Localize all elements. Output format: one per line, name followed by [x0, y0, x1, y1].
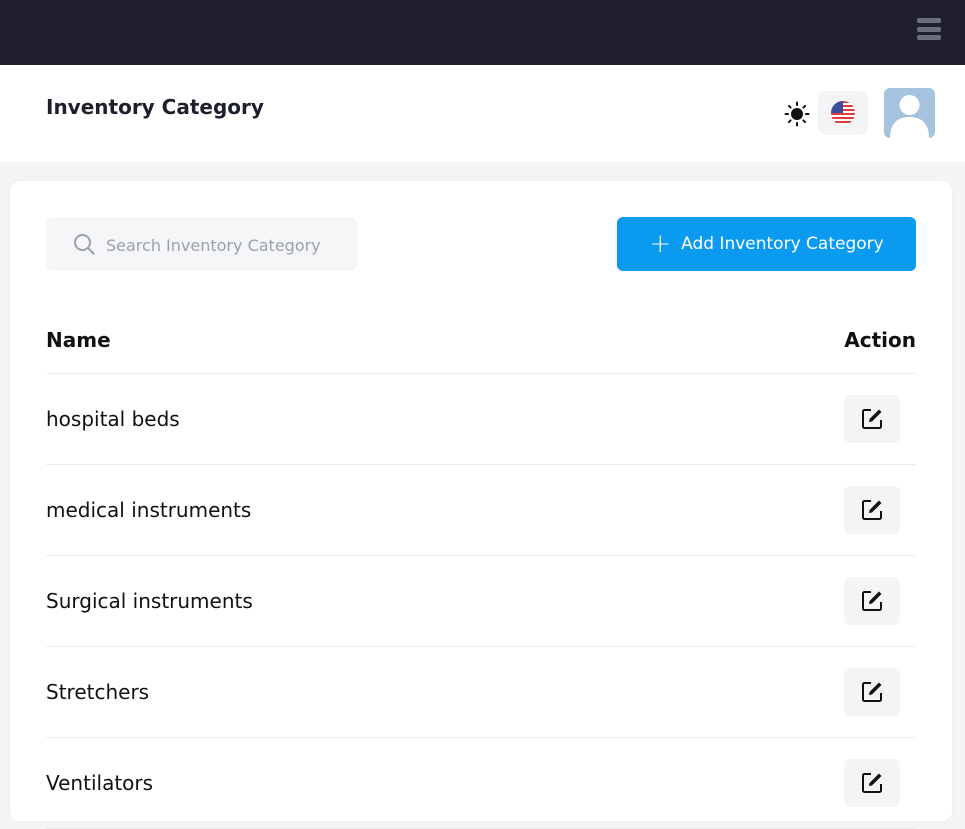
top-navbar	[0, 0, 965, 65]
table-header: Name Action	[46, 307, 916, 374]
edit-button[interactable]	[844, 577, 900, 625]
add-category-button[interactable]: + Add Inventory Category	[617, 217, 916, 271]
category-name: hospital beds	[46, 407, 180, 431]
hamburger-menu-icon[interactable]	[917, 18, 941, 40]
category-table: Name Action hospital beds medical instru…	[46, 307, 916, 829]
table-row: Stretchers	[46, 647, 916, 738]
page-title: Inventory Category	[46, 95, 264, 119]
add-category-label: Add Inventory Category	[681, 234, 884, 254]
edit-icon	[862, 682, 882, 702]
page-header: Inventory Category	[0, 65, 965, 162]
edit-icon	[862, 591, 882, 611]
user-avatar-icon[interactable]	[884, 88, 935, 138]
edit-button[interactable]	[844, 395, 900, 443]
category-name: Ventilators	[46, 771, 154, 795]
table-row: Ventilators	[46, 738, 916, 829]
table-row: hospital beds	[46, 374, 916, 465]
category-name: Surgical instruments	[46, 589, 253, 613]
column-header-action: Action	[844, 328, 916, 352]
search-box	[46, 217, 358, 273]
edit-icon	[862, 773, 882, 793]
table-row: medical instruments	[46, 465, 916, 556]
us-flag-icon	[831, 101, 855, 125]
category-name: medical instruments	[46, 498, 252, 522]
table-row: Surgical instruments	[46, 556, 916, 647]
column-header-name: Name	[46, 328, 111, 352]
search-icon	[74, 234, 95, 255]
edit-button[interactable]	[844, 668, 900, 716]
category-card: + Add Inventory Category Name Action hos…	[10, 181, 952, 829]
search-input[interactable]	[104, 217, 344, 273]
category-name: Stretchers	[46, 680, 150, 704]
language-selector[interactable]	[818, 91, 868, 135]
edit-button[interactable]	[844, 759, 900, 807]
sun-icon[interactable]	[784, 101, 810, 127]
edit-button[interactable]	[844, 486, 900, 534]
edit-icon	[862, 409, 882, 429]
edit-icon	[862, 500, 882, 520]
plus-icon: +	[649, 229, 672, 259]
